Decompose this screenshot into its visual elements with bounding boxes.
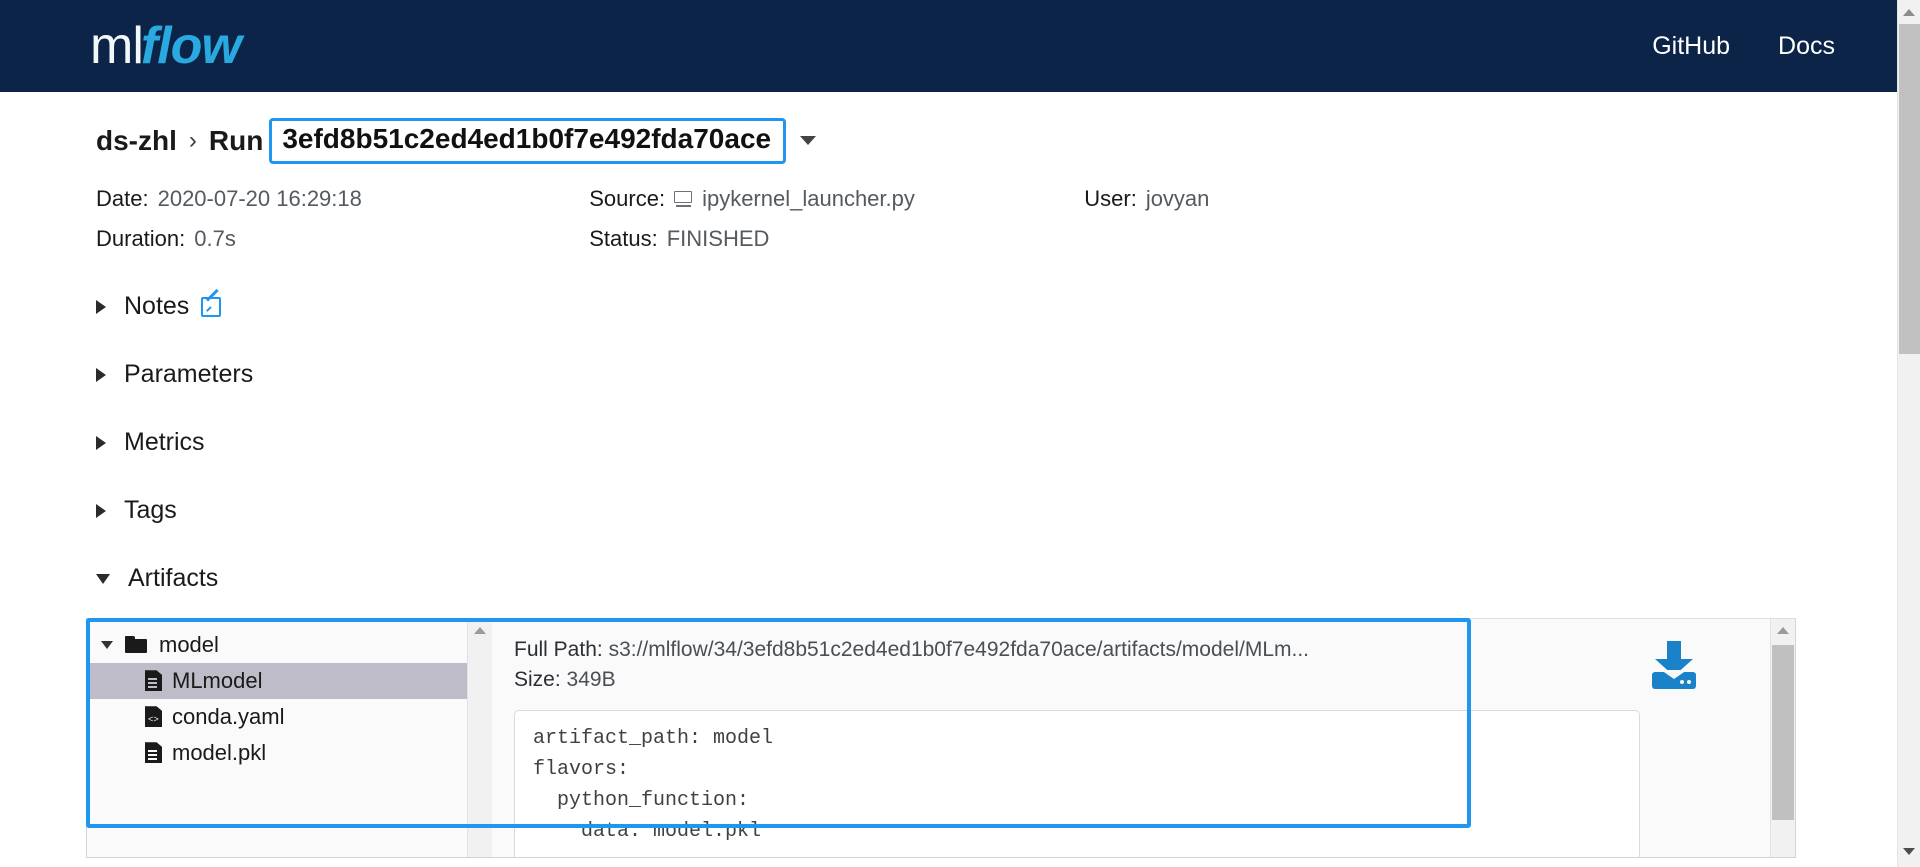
user-value: jovyan bbox=[1145, 185, 1210, 211]
breadcrumb-experiment-link[interactable]: ds-zhl bbox=[96, 125, 177, 157]
breadcrumb-separator: › bbox=[188, 126, 197, 154]
artifact-file-preview: artifact_path: model flavors: python_fun… bbox=[514, 709, 1640, 857]
chevron-down-icon bbox=[96, 573, 110, 584]
run-id-value[interactable]: 3efd8b51c2ed4ed1b0f7e492fda70ace bbox=[269, 118, 787, 164]
collapsible-sections: Notes Parameters Metrics Tags Artifacts bbox=[96, 289, 1897, 596]
tree-item-model-folder[interactable]: model bbox=[87, 627, 467, 663]
tree-item-mlmodel[interactable]: MLmodel bbox=[87, 662, 467, 699]
nav-links: GitHub Docs bbox=[1652, 32, 1835, 61]
artifact-file-tree: model MLmodel <> conda.yaml model.pkl bbox=[87, 618, 467, 857]
scroll-up-arrow-icon[interactable] bbox=[474, 626, 486, 634]
file-icon bbox=[145, 742, 162, 764]
file-tree-scrollbar[interactable] bbox=[467, 618, 492, 857]
scrollbar-thumb[interactable] bbox=[1772, 644, 1794, 820]
size-label: Size: bbox=[514, 668, 561, 692]
section-artifacts-label: Artifacts bbox=[128, 564, 219, 593]
edit-note-icon[interactable] bbox=[201, 289, 224, 318]
tree-item-label: model.pkl bbox=[172, 739, 267, 765]
artifacts-panel: model MLmodel <> conda.yaml model.pkl Fu… bbox=[86, 617, 1796, 858]
nav-link-github[interactable]: GitHub bbox=[1652, 32, 1730, 61]
monitor-icon bbox=[674, 190, 694, 207]
section-metrics-label: Metrics bbox=[124, 428, 205, 457]
artifacts-panel-wrapper: model MLmodel <> conda.yaml model.pkl Fu… bbox=[86, 617, 1796, 858]
section-tags-label: Tags bbox=[124, 496, 177, 525]
chevron-right-icon bbox=[96, 503, 106, 518]
source-value[interactable]: ipykernel_launcher.py bbox=[702, 186, 915, 212]
chevron-down-icon[interactable] bbox=[800, 136, 817, 146]
metadata-row-1: Date: 2020-07-20 16:29:18 Source: ipyker… bbox=[96, 186, 1416, 212]
metadata-duration: Duration: 0.7s bbox=[96, 226, 589, 252]
scroll-up-arrow-icon[interactable] bbox=[1903, 9, 1915, 16]
artifact-size: Size: 349B bbox=[514, 665, 1770, 695]
metadata-user: User: jovyan bbox=[1084, 186, 1416, 212]
section-metrics[interactable]: Metrics bbox=[96, 426, 205, 460]
section-parameters[interactable]: Parameters bbox=[96, 358, 253, 392]
section-parameters-label: Parameters bbox=[124, 360, 254, 389]
artifact-full-path: Full Path: s3://mlflow/34/3efd8b51c2ed4e… bbox=[514, 635, 1770, 665]
breadcrumb-run-label: Run bbox=[208, 124, 264, 156]
chevron-right-icon bbox=[96, 299, 106, 314]
tree-item-label: model bbox=[159, 631, 219, 657]
browser-scrollbar[interactable] bbox=[1897, 0, 1920, 867]
metadata-date: Date: 2020-07-20 16:29:18 bbox=[96, 186, 589, 212]
duration-label: Duration: bbox=[96, 225, 186, 251]
source-label: Source: bbox=[589, 185, 666, 211]
nav-link-docs[interactable]: Docs bbox=[1778, 32, 1835, 61]
scrollbar-thumb[interactable] bbox=[1899, 24, 1920, 354]
tree-item-label: conda.yaml bbox=[172, 703, 285, 729]
section-notes[interactable]: Notes bbox=[96, 289, 224, 324]
section-artifacts[interactable]: Artifacts bbox=[96, 562, 218, 596]
preview-line: python_function: bbox=[533, 788, 750, 812]
scroll-down-arrow-icon[interactable] bbox=[1903, 848, 1915, 855]
run-metadata: Date: 2020-07-20 16:29:18 Source: ipyker… bbox=[96, 186, 1416, 252]
status-label: Status: bbox=[589, 225, 658, 251]
chevron-down-icon bbox=[101, 640, 113, 649]
breadcrumb: ds-zhl › Run 3efd8b51c2ed4ed1b0f7e492fda… bbox=[96, 118, 1897, 164]
tree-item-model-pkl[interactable]: model.pkl bbox=[87, 735, 467, 771]
code-file-icon: <> bbox=[145, 706, 162, 728]
mlflow-logo[interactable]: ml flow bbox=[90, 17, 242, 75]
chevron-right-icon bbox=[96, 435, 106, 450]
chevron-right-icon bbox=[96, 367, 106, 382]
artifact-preview-pane: Full Path: s3://mlflow/34/3efd8b51c2ed4e… bbox=[492, 618, 1770, 857]
top-navbar: ml flow GitHub Docs bbox=[0, 0, 1897, 92]
duration-value: 0.7s bbox=[194, 225, 236, 251]
metadata-source: Source: ipykernel_launcher.py bbox=[589, 186, 1084, 212]
date-label: Date: bbox=[96, 185, 149, 211]
tree-item-conda-yaml[interactable]: <> conda.yaml bbox=[87, 699, 467, 735]
date-value: 2020-07-20 16:29:18 bbox=[157, 185, 362, 211]
full-path-value: s3://mlflow/34/3efd8b51c2ed4ed1b0f7e492f… bbox=[608, 637, 1310, 661]
folder-icon bbox=[125, 636, 147, 654]
page-viewport: ml flow GitHub Docs ds-zhl › Run 3efd8b51… bbox=[0, 0, 1897, 867]
section-notes-label: Notes bbox=[124, 292, 190, 321]
full-path-label: Full Path: bbox=[514, 637, 603, 661]
size-value: 349B bbox=[566, 668, 616, 692]
scroll-up-arrow-icon[interactable] bbox=[1777, 626, 1789, 634]
status-badge: FINISHED bbox=[666, 225, 770, 251]
preview-line: data: model.pkl bbox=[533, 819, 762, 843]
preview-line: artifact_path: model bbox=[533, 726, 774, 750]
preview-line: flavors: bbox=[533, 757, 630, 781]
logo-flow-text: flow bbox=[140, 17, 242, 75]
metadata-status: Status: FINISHED bbox=[589, 226, 1084, 252]
user-label: User: bbox=[1084, 185, 1137, 211]
file-icon bbox=[145, 670, 162, 692]
tree-item-label: MLmodel bbox=[172, 667, 263, 693]
artifacts-panel-scrollbar[interactable] bbox=[1770, 618, 1795, 857]
logo-ml-text: ml bbox=[90, 17, 144, 75]
download-icon[interactable] bbox=[1648, 640, 1700, 689]
metadata-row-2: Duration: 0.7s Status: FINISHED bbox=[96, 226, 1416, 252]
section-tags[interactable]: Tags bbox=[96, 494, 177, 528]
